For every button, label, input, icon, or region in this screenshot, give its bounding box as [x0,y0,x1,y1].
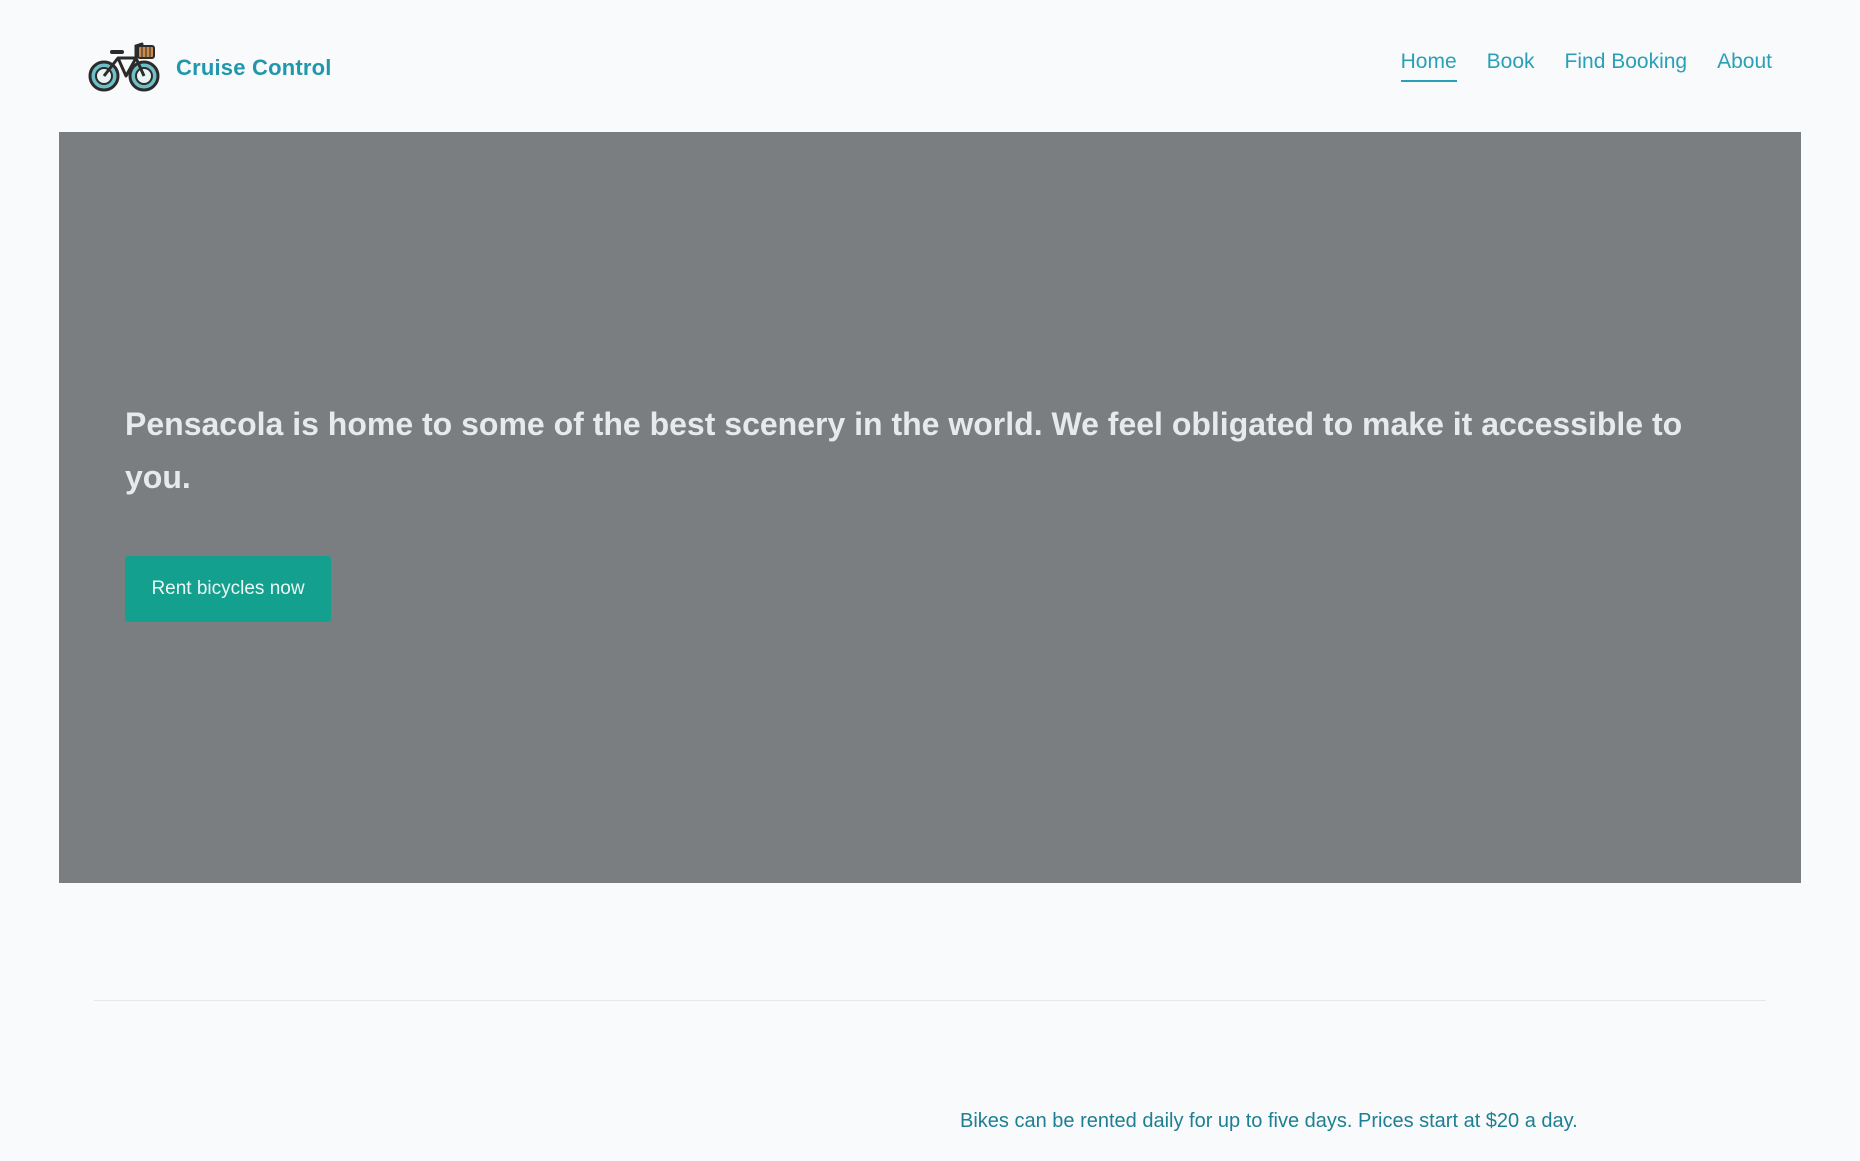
nav-link-home[interactable]: Home [1400,50,1457,82]
nav-link-find-booking[interactable]: Find Booking [1565,50,1688,82]
nav-link-book[interactable]: Book [1487,50,1535,82]
bicycle-with-basket-icon [88,42,160,92]
hero-banner: Pensacola is home to some of the best sc… [59,132,1801,883]
main-nav: Home Book Find Booking About [1400,50,1772,82]
hero-headline: Pensacola is home to some of the best sc… [125,406,1683,495]
brand-name: Cruise Control [176,55,332,80]
rent-bicycles-button[interactable]: Rent bicycles now [125,556,331,622]
brand[interactable]: Cruise Control [86,36,332,96]
rental-info-text: Bikes can be rented daily for up to five… [960,1110,1578,1132]
site-header: Cruise Control Home Book Find Booking Ab… [0,0,1860,132]
section-divider [94,1000,1766,1001]
nav-link-about[interactable]: About [1717,50,1772,82]
